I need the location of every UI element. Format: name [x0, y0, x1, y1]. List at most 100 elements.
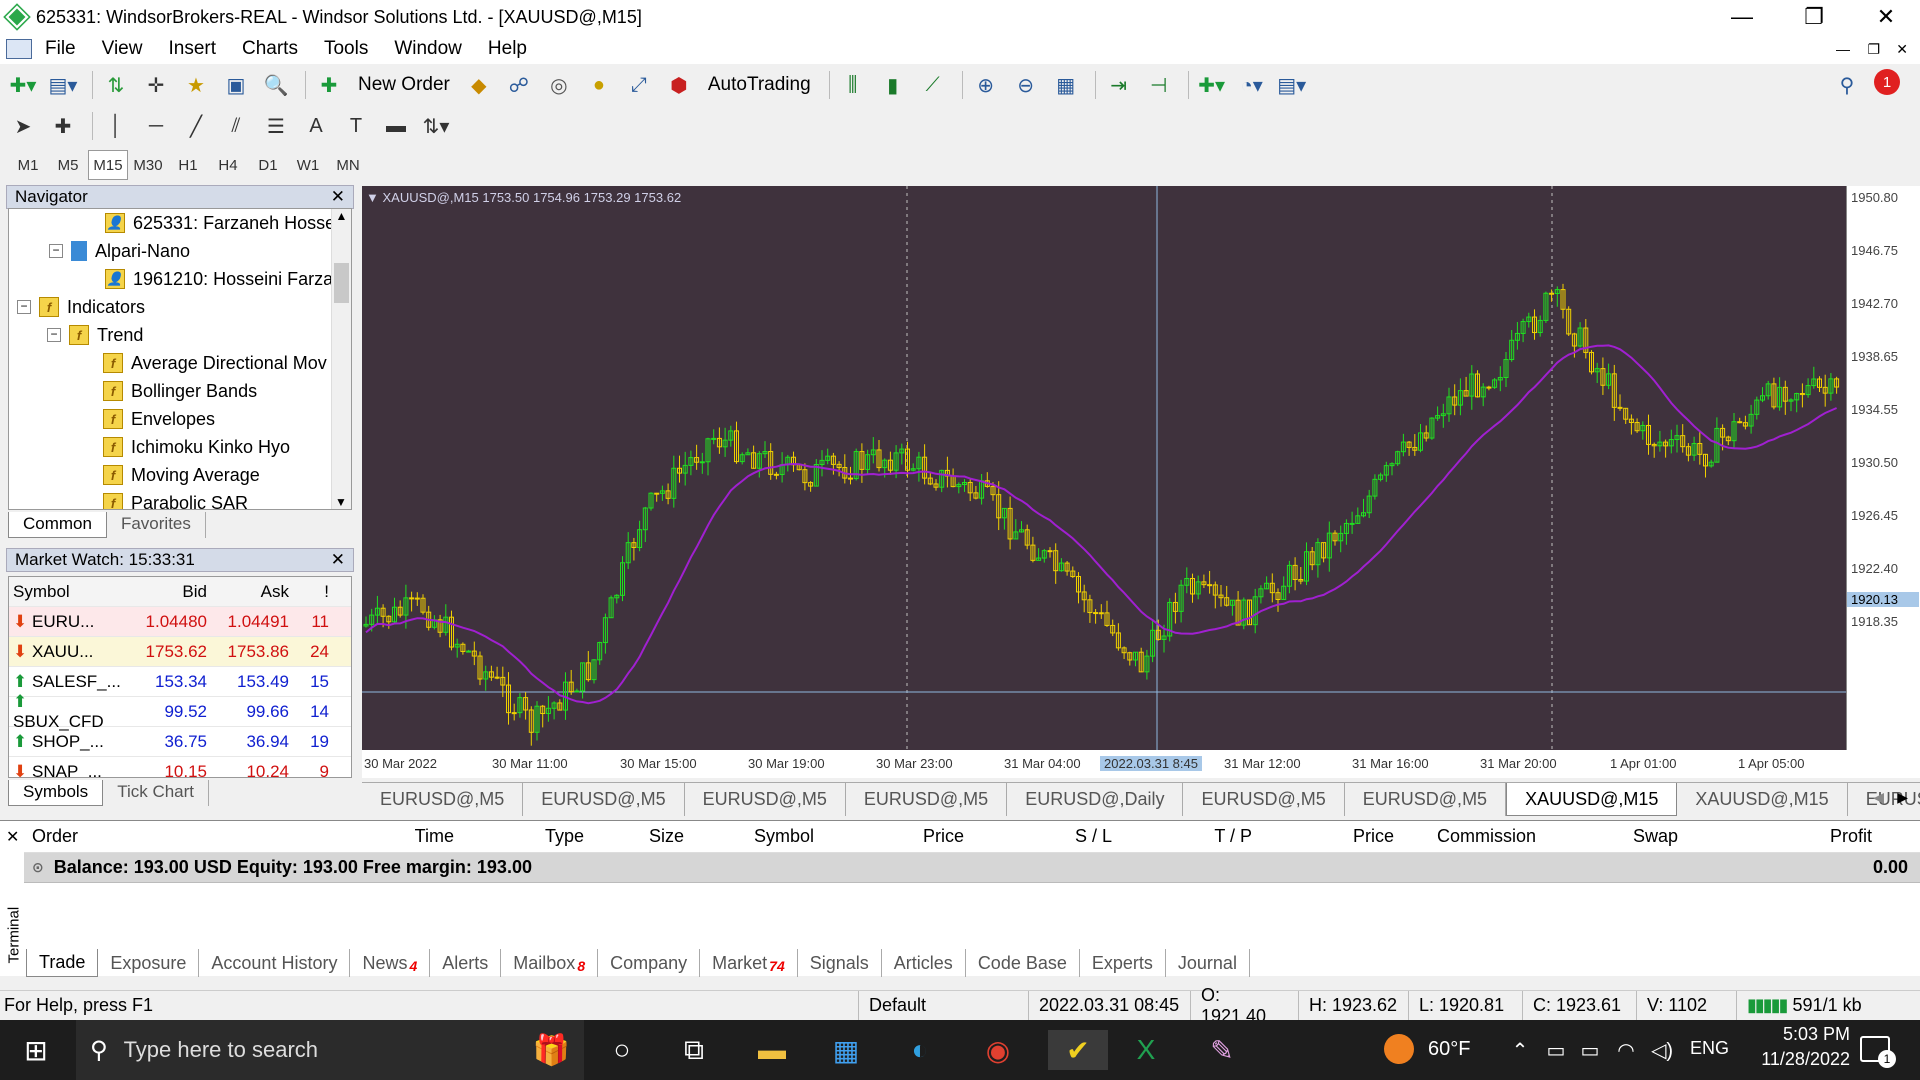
- taskbar-search-box[interactable]: ⚲ Type here to search 🎁: [76, 1020, 584, 1080]
- tab-code-base[interactable]: Code Base: [966, 949, 1080, 977]
- trendline-icon[interactable]: ╱: [179, 110, 213, 142]
- community-icon[interactable]: ☍: [502, 69, 536, 101]
- child-restore-button[interactable]: ❐: [1867, 41, 1880, 58]
- paint-icon[interactable]: ✎: [1200, 1030, 1244, 1070]
- metaeditor-icon[interactable]: ◆: [462, 69, 496, 101]
- notification-icon[interactable]: 1: [1874, 69, 1900, 95]
- cortana-icon[interactable]: ○: [600, 1030, 644, 1070]
- col-order[interactable]: Order: [24, 826, 210, 847]
- time-scale[interactable]: 30 Mar 2022 30 Mar 11:00 30 Mar 15:00 30 Ma…: [362, 750, 1920, 778]
- col-sl[interactable]: S / L: [972, 826, 1120, 847]
- task-view-icon[interactable]: ⧉: [672, 1030, 716, 1070]
- new-order-icon[interactable]: ✚: [312, 69, 346, 101]
- line-chart-icon[interactable]: ⟋: [916, 69, 950, 101]
- col-tp[interactable]: T / P: [1120, 826, 1260, 847]
- text-label-icon[interactable]: T: [339, 110, 373, 142]
- tab-articles[interactable]: Articles: [882, 949, 966, 977]
- nav-trend[interactable]: − f Trend: [9, 321, 351, 349]
- price-scale[interactable]: 1950.80 1946.75 1942.70 1938.65 1934.55 1930.…: [1846, 186, 1920, 750]
- tab-signals[interactable]: Signals: [798, 949, 882, 977]
- price-chart[interactable]: ▼ XAUUSD@,M15 1753.50 1754.96 1753.29 17…: [362, 186, 1846, 750]
- tabs-scroll-right-icon[interactable]: ▶: [1897, 789, 1908, 806]
- market-watch-row[interactable]: ⬇ XAUU... 1753.62 1753.86 24: [9, 637, 351, 667]
- menu-tools[interactable]: Tools: [311, 38, 381, 60]
- collapse-icon[interactable]: −: [47, 328, 61, 342]
- menu-help[interactable]: Help: [475, 38, 540, 60]
- arrows-icon[interactable]: ⇅▾: [419, 110, 453, 142]
- tab-journal[interactable]: Journal: [1166, 949, 1250, 977]
- navigator-icon[interactable]: ★: [179, 69, 213, 101]
- child-close-button[interactable]: ✕: [1896, 41, 1908, 58]
- volume-icon[interactable]: ◁): [1640, 1030, 1684, 1070]
- timeframe-h4[interactable]: H4: [208, 150, 248, 180]
- templates-icon[interactable]: ▤▾: [1275, 69, 1309, 101]
- language-indicator[interactable]: ENG: [1690, 1038, 1729, 1059]
- nav-indicators[interactable]: − f Indicators: [9, 293, 351, 321]
- bar-chart-icon[interactable]: ⫼: [836, 69, 870, 101]
- nav-indicator-bollinger[interactable]: f Bollinger Bands: [9, 377, 351, 405]
- market-watch-row[interactable]: ⬆ SBUX_CFD 99.52 99.66 14: [9, 692, 351, 731]
- timeframe-m5[interactable]: M5: [48, 150, 88, 180]
- nav-indicator-ichimoku[interactable]: f Ichimoku Kinko Hyo: [9, 433, 351, 461]
- tab-favorites[interactable]: Favorites: [107, 512, 206, 538]
- nav-indicator-sar[interactable]: f Parabolic SAR: [9, 489, 351, 509]
- timeframe-w1[interactable]: W1: [288, 150, 328, 180]
- tab-mailbox[interactable]: Mailbox 8: [501, 949, 599, 977]
- terminal-icon[interactable]: ▣: [219, 69, 253, 101]
- periods-icon[interactable]: ◔▾: [1235, 69, 1269, 101]
- chart-tab-active[interactable]: XAUUSD@,M15: [1506, 783, 1678, 816]
- timeframe-mn[interactable]: MN: [328, 150, 368, 180]
- rectangle-icon[interactable]: ▬: [379, 110, 413, 142]
- nav-account-2[interactable]: 👤 1961210: Hosseini Farza: [9, 265, 351, 293]
- tab-trade[interactable]: Trade: [26, 949, 99, 977]
- col-price-current[interactable]: Price: [1260, 826, 1402, 847]
- store-icon[interactable]: ▦: [824, 1030, 868, 1070]
- menu-window[interactable]: Window: [381, 38, 475, 60]
- chart-tab[interactable]: XAUUSD@,M15: [1677, 783, 1848, 816]
- terminal-close-button[interactable]: ✕: [6, 827, 19, 847]
- navigator-close-button[interactable]: ✕: [331, 187, 345, 207]
- nav-indicator-envelopes[interactable]: f Envelopes: [9, 405, 351, 433]
- file-explorer-icon[interactable]: ▬: [750, 1030, 794, 1070]
- equidistant-channel-icon[interactable]: ⫽: [219, 110, 253, 142]
- menu-insert[interactable]: Insert: [155, 38, 229, 60]
- excel-icon[interactable]: X: [1124, 1030, 1168, 1070]
- nav-account[interactable]: 👤 625331: Farzaneh Hosse: [9, 209, 351, 237]
- signals-icon[interactable]: ◎: [542, 69, 576, 101]
- timeframe-m1[interactable]: M1: [8, 150, 48, 180]
- market-icon[interactable]: ●: [582, 69, 616, 101]
- col-size[interactable]: Size: [592, 826, 692, 847]
- text-icon[interactable]: A: [299, 110, 333, 142]
- edge-icon[interactable]: ◐: [898, 1030, 942, 1070]
- chart-tab[interactable]: EURUSD@,M5: [685, 783, 846, 816]
- profiles-icon[interactable]: ▤▾: [46, 69, 80, 101]
- tab-tick-chart[interactable]: Tick Chart: [103, 780, 210, 806]
- indicators-icon[interactable]: ✚▾: [1195, 69, 1229, 101]
- tab-common[interactable]: Common: [8, 512, 107, 538]
- tab-account-history[interactable]: Account History: [199, 949, 351, 977]
- timeframe-m15[interactable]: M15: [88, 150, 128, 180]
- tile-windows-icon[interactable]: ▦: [1049, 69, 1083, 101]
- market-watch-row[interactable]: ⬇ SNAP_... 10.15 10.24 9: [9, 757, 351, 778]
- tab-symbols[interactable]: Symbols: [8, 780, 104, 806]
- tab-market[interactable]: Market 74: [700, 949, 798, 977]
- collapse-icon[interactable]: −: [49, 244, 63, 258]
- chart-tab[interactable]: EURUSD@,M5: [1183, 783, 1345, 816]
- col-swap[interactable]: Swap: [1544, 826, 1686, 847]
- nav-indicator-adx[interactable]: f Average Directional Mov: [9, 349, 351, 377]
- chart-tab[interactable]: EURUSD@,M5: [846, 783, 1008, 816]
- chart-tab[interactable]: EURUSD@,M5: [1345, 783, 1507, 816]
- chart-tab[interactable]: EURUSD@,Daily: [1007, 783, 1184, 816]
- nav-server[interactable]: − Alpari-Nano: [9, 237, 351, 265]
- col-price[interactable]: Price: [822, 826, 972, 847]
- child-minimize-button[interactable]: —: [1836, 41, 1850, 57]
- windows-start-icon[interactable]: ⊞: [14, 1030, 58, 1070]
- close-button[interactable]: ✕: [1856, 0, 1916, 34]
- vps-icon[interactable]: ⤢: [622, 69, 656, 101]
- clock[interactable]: 5:03 PM 11/28/2022: [1740, 1024, 1850, 1070]
- timeframe-m30[interactable]: M30: [128, 150, 168, 180]
- strategy-tester-icon[interactable]: 🔍: [259, 69, 293, 101]
- market-watch-row[interactable]: ⬆ SHOP_... 36.75 36.94 19: [9, 727, 351, 757]
- col-time[interactable]: Time: [210, 826, 462, 847]
- balance-row[interactable]: ⊙ Balance: 193.00 USD Equity: 193.00 Fre…: [24, 853, 1920, 883]
